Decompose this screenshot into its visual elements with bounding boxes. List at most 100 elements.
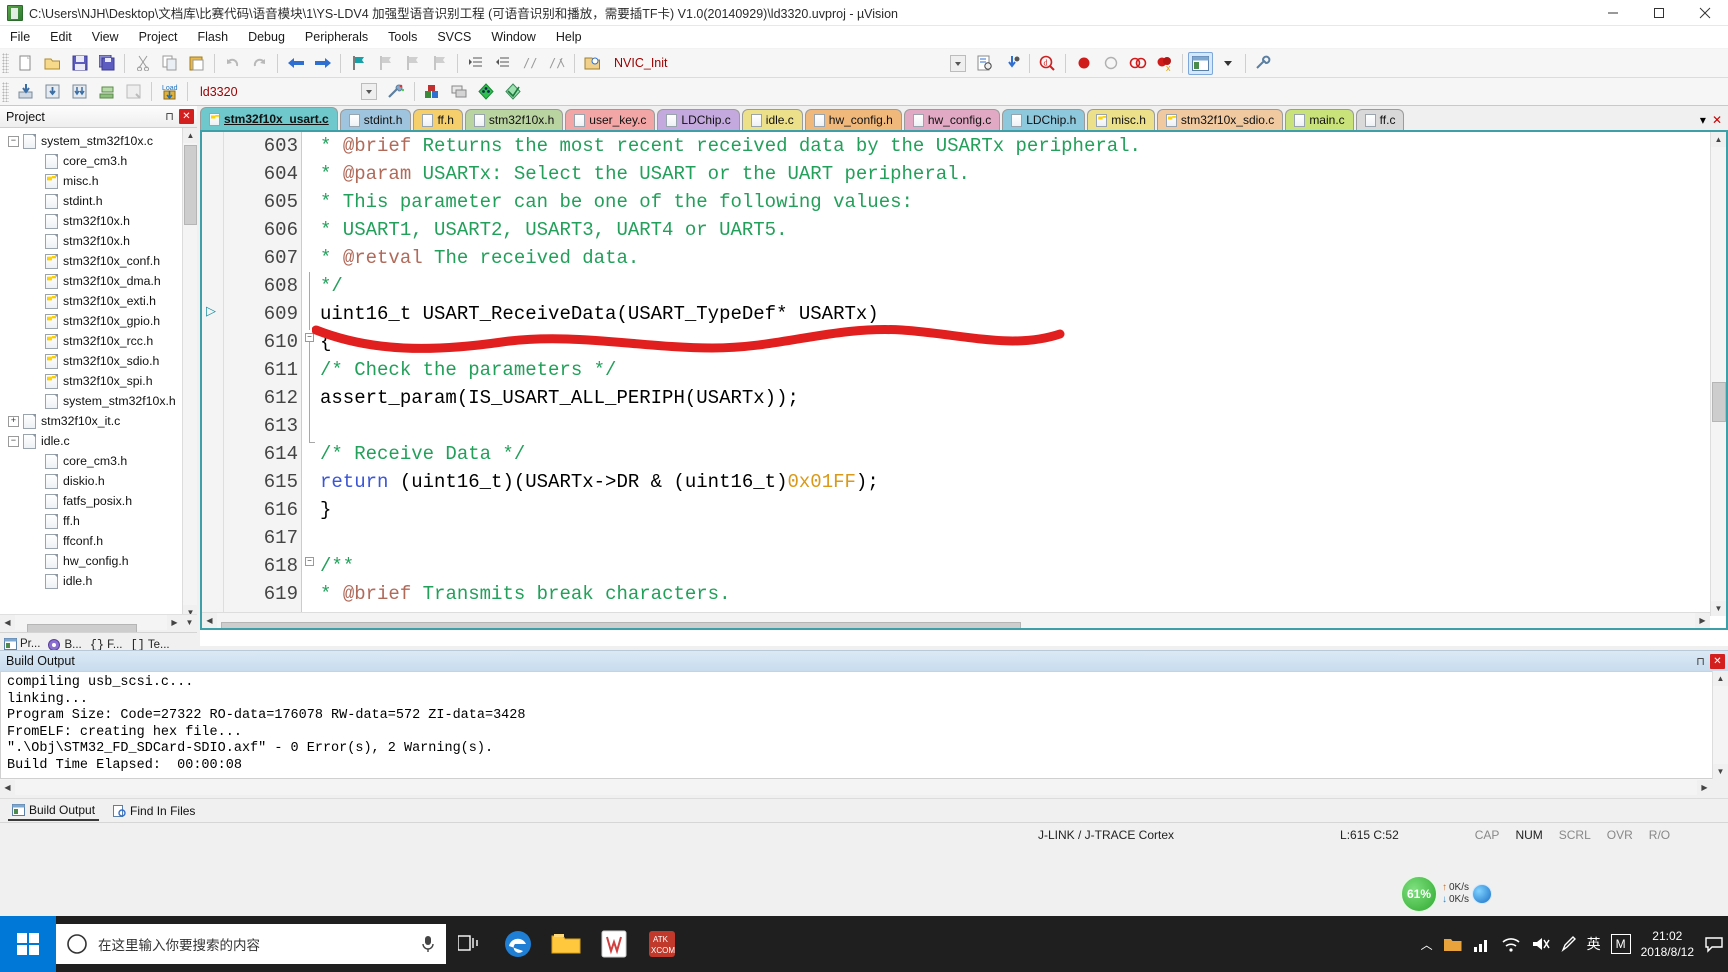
scroll-left-arrow-icon[interactable]: ◀ xyxy=(0,779,15,795)
search-input[interactable]: 在这里输入你要搜索的内容 xyxy=(56,924,446,964)
editor-tab-hw-config-h[interactable]: hw_config.h xyxy=(804,109,902,130)
tree-item[interactable]: diskio.h xyxy=(0,471,197,491)
fold-box-618[interactable]: − xyxy=(305,557,314,566)
find-in-files-icon[interactable] xyxy=(999,52,1024,75)
fold-box-610[interactable]: − xyxy=(305,333,314,342)
tree-item[interactable]: system_stm32f10x.h xyxy=(0,391,197,411)
tree-item[interactable]: stm32f10x_gpio.h xyxy=(0,311,197,331)
target-options-icon[interactable] xyxy=(384,80,409,103)
code-line[interactable]: /* Check the parameters */ xyxy=(320,356,616,384)
tree-item[interactable]: − system_stm32f10x.c xyxy=(0,131,197,151)
navigate-forward-icon[interactable] xyxy=(310,52,335,75)
incremental-find-icon[interactable]: d xyxy=(1035,52,1060,75)
tree-item[interactable]: stdint.h xyxy=(0,191,197,211)
scroll-down-arrow-icon[interactable]: ▼ xyxy=(1713,764,1728,779)
target-dropdown-arrow-icon[interactable] xyxy=(357,80,382,103)
menu-svcs[interactable]: SVCS xyxy=(427,28,481,46)
menu-edit[interactable]: Edit xyxy=(40,28,82,46)
open-file-icon[interactable] xyxy=(40,52,65,75)
paste-icon[interactable] xyxy=(184,52,209,75)
comment-icon[interactable]: // xyxy=(517,52,542,75)
navigate-back-icon[interactable] xyxy=(283,52,308,75)
code-line[interactable]: * @retval The received data. xyxy=(320,244,639,272)
code-line[interactable]: */ xyxy=(320,272,343,300)
redo-icon[interactable] xyxy=(247,52,272,75)
tree-item[interactable]: stm32f10x_conf.h xyxy=(0,251,197,271)
code-line[interactable]: /** xyxy=(320,552,354,580)
editor-tab-stm32f10x-sdio-c[interactable]: stm32f10x_sdio.c xyxy=(1156,109,1284,130)
close-tab-icon[interactable]: ✕ xyxy=(1712,113,1722,127)
ime-indicator[interactable]: 英 xyxy=(1587,934,1601,954)
menu-debug[interactable]: Debug xyxy=(238,28,295,46)
editor-tab-user-key-c[interactable]: user_key.c xyxy=(565,109,656,130)
target-name-label[interactable]: ld3320 xyxy=(200,85,238,99)
build-output-scrollbar-horizontal[interactable]: ◀ ▶ xyxy=(0,779,1712,795)
menu-flash[interactable]: Flash xyxy=(187,28,238,46)
indent-icon[interactable] xyxy=(463,52,488,75)
tree-item[interactable]: stm32f10x_rcc.h xyxy=(0,331,197,351)
manage-window-icon[interactable] xyxy=(1188,51,1213,75)
menu-file[interactable]: File xyxy=(0,28,40,46)
toolbar-grip[interactable] xyxy=(2,81,9,102)
code-line[interactable]: uint16_t USART_ReceiveData(USART_TypeDef… xyxy=(320,300,879,328)
close-button[interactable] xyxy=(1682,0,1728,26)
editor-tab-idle-c[interactable]: idle.c xyxy=(741,109,803,130)
code-line[interactable]: { xyxy=(320,328,331,356)
bookmark-toggle-icon[interactable] xyxy=(346,52,371,75)
tab-list-icon[interactable]: ▾ xyxy=(1700,113,1706,127)
scroll-right-arrow-icon[interactable]: ▶ xyxy=(1695,613,1710,628)
menu-project[interactable]: Project xyxy=(129,28,188,46)
tree-item[interactable]: ffconf.h xyxy=(0,531,197,551)
code-line[interactable]: * @brief Returns the most recent receive… xyxy=(320,132,1141,160)
pin-icon[interactable]: ⊓ xyxy=(162,109,177,124)
pack-manager-icon[interactable] xyxy=(501,80,526,103)
tab-build-output[interactable]: Build Output xyxy=(8,801,100,821)
editor-tab-misc-h[interactable]: misc.h xyxy=(1087,109,1155,130)
tree-item[interactable]: stm32f10x_spi.h xyxy=(0,371,197,391)
build-icon[interactable] xyxy=(13,80,38,103)
outdent-icon[interactable] xyxy=(490,52,515,75)
undo-icon[interactable] xyxy=(220,52,245,75)
wifi-icon[interactable] xyxy=(1501,935,1521,953)
tree-item[interactable]: stm32f10x_exti.h xyxy=(0,291,197,311)
editor-tab-ff-c[interactable]: ff.c xyxy=(1355,109,1405,130)
code-line[interactable]: * This parameter can be one of the follo… xyxy=(320,188,913,216)
action-center-icon[interactable] xyxy=(1704,935,1724,953)
bookmark-clear-icon[interactable] xyxy=(427,52,452,75)
performance-widget[interactable]: 61% ↑ 0K/s ↓ 0K/s xyxy=(1400,875,1493,913)
menu-view[interactable]: View xyxy=(82,28,129,46)
close-icon[interactable]: ✕ xyxy=(179,109,194,124)
disable-all-breakpoints-icon[interactable]: x xyxy=(1152,52,1177,75)
menu-window[interactable]: Window xyxy=(481,28,545,46)
toolbar-grip[interactable] xyxy=(2,53,9,73)
clock[interactable]: 21:02 2018/8/12 xyxy=(1641,928,1694,960)
batch-build-icon[interactable] xyxy=(67,80,92,103)
maximize-button[interactable] xyxy=(1636,0,1682,26)
code-line[interactable]: } xyxy=(320,496,331,524)
code-line[interactable]: * @param USARTx: Select the USART or the… xyxy=(320,160,970,188)
code-text[interactable]: 603 * @brief Returns the most recent rec… xyxy=(202,132,1726,628)
minimize-button[interactable] xyxy=(1590,0,1636,26)
bookmark-next-icon[interactable] xyxy=(400,52,425,75)
editor-tab-main-c[interactable]: main.c xyxy=(1285,109,1354,130)
kill-all-breakpoints-icon[interactable] xyxy=(1125,52,1150,75)
scroll-right-arrow-icon[interactable]: ▶ xyxy=(167,615,182,630)
scroll-up-arrow-icon[interactable]: ▲ xyxy=(1713,671,1728,686)
scroll-right-arrow-icon[interactable]: ▶ xyxy=(1697,779,1712,795)
scroll-left-arrow-icon[interactable]: ◀ xyxy=(0,615,15,630)
ime-badge[interactable]: M xyxy=(1610,934,1631,954)
function-name-label[interactable]: NVIC_Init xyxy=(614,56,764,70)
build-output-text[interactable]: compiling usb_scsi.c... linking... Program… xyxy=(0,671,1728,779)
tree-item[interactable]: − idle.c xyxy=(0,431,197,451)
packs-install-icon[interactable] xyxy=(474,80,499,103)
tree-item[interactable]: + stm32f10x_it.c xyxy=(0,411,197,431)
manage-project-icon[interactable] xyxy=(420,80,445,103)
tree-item[interactable]: stm32f10x_sdio.h xyxy=(0,351,197,371)
expand-icon[interactable]: + xyxy=(8,415,19,427)
pen-icon[interactable] xyxy=(1561,935,1577,953)
tree-item[interactable]: stm32f10x.h xyxy=(0,231,197,251)
configure-icon[interactable] xyxy=(1251,52,1276,75)
scroll-down-arrow-icon[interactable]: ▼ xyxy=(1711,601,1726,616)
scrollbar-thumb[interactable] xyxy=(221,621,1021,628)
download-icon[interactable]: Load xyxy=(157,80,182,103)
